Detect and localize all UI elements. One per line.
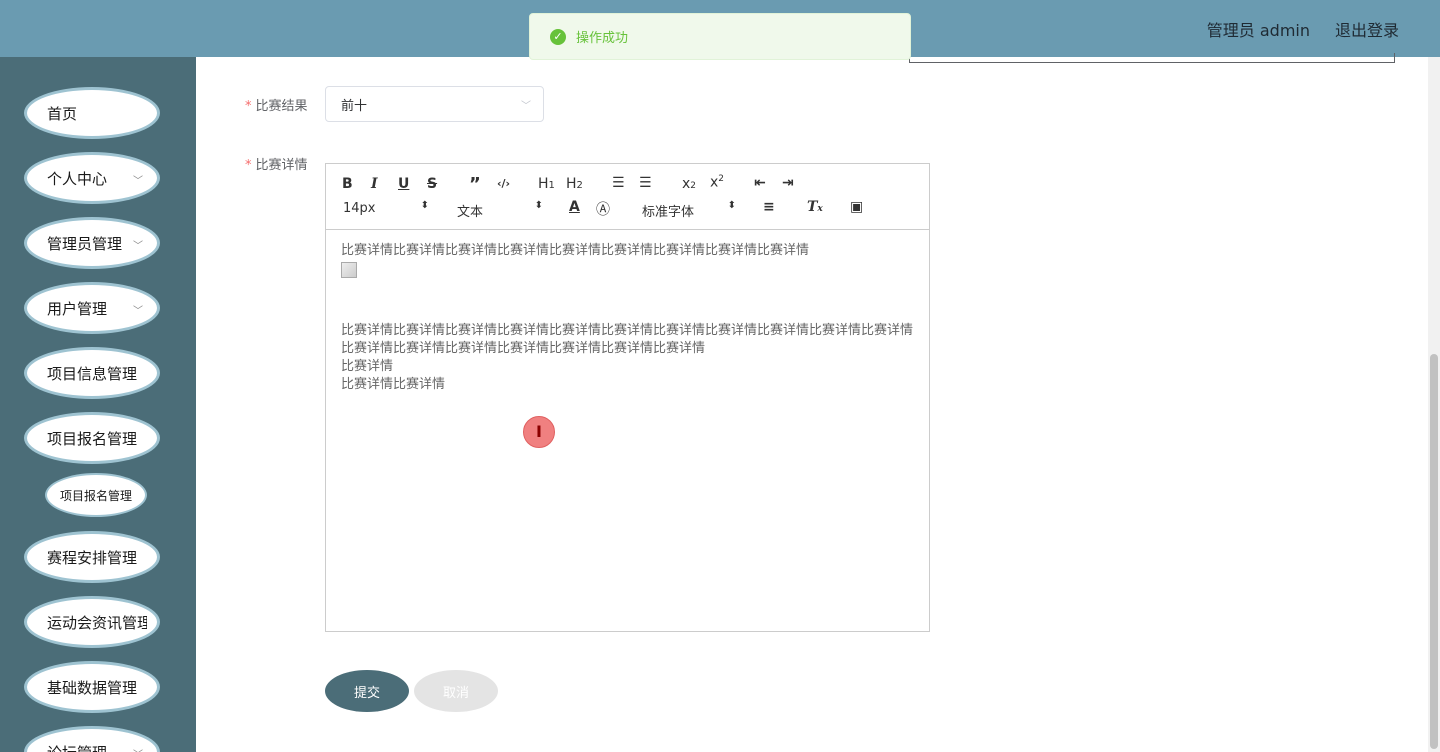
current-user: 管理员 admin	[1206, 21, 1310, 40]
chevron-down-icon: ﹀	[133, 306, 143, 317]
sidebar-item-label: 项目报名管理	[47, 429, 138, 448]
align-icon[interactable]: ≡	[763, 199, 775, 215]
content-paragraph: 比赛详情比赛详情比赛详情比赛详情比赛详情比赛详情比赛详情比赛详情比赛详情比赛详情…	[341, 323, 914, 356]
content-paragraph: 比赛详情比赛详情比赛详情比赛详情比赛详情比赛详情比赛详情比赛详情比赛详情	[341, 243, 810, 258]
sidebar-item-label: 首页	[47, 104, 78, 123]
subscript-icon[interactable]: x2	[682, 176, 696, 192]
scrollbar-thumb[interactable]	[1430, 354, 1438, 749]
sidebar-item-base-data[interactable]: 基础数据管理	[24, 661, 160, 713]
logout-link[interactable]: 退出登录	[1335, 17, 1399, 41]
main-content: * 比赛结果 前十 ﹀ * 比赛详情 B I U S ” ‹/› H1 H2 ☰ ☰…	[196, 53, 1428, 752]
previous-field-edge	[909, 53, 1395, 63]
result-label: * 比赛结果	[245, 99, 308, 114]
chevron-down-icon: ﹀	[133, 746, 143, 752]
result-select[interactable]: 前十 ﹀	[325, 86, 544, 122]
text-cursor-icon: I	[523, 416, 555, 448]
editor-content[interactable]: 比赛详情比赛详情比赛详情比赛详情比赛详情比赛详情比赛详情比赛详情比赛详情 比赛详…	[326, 230, 929, 406]
cancel-button[interactable]: 取消	[414, 670, 498, 712]
indent-icon[interactable]: ⇥	[782, 175, 794, 191]
font-size-select[interactable]: 14px ⬍	[343, 200, 429, 216]
sidebar-item-project-registration[interactable]: 项目报名管理	[24, 412, 160, 464]
heading2-icon[interactable]: H2	[566, 176, 583, 192]
result-select-value: 前十	[341, 98, 368, 114]
rich-text-editor[interactable]: B I U S ” ‹/› H1 H2 ☰ ☰ x2 x2 ⇤ ⇥ 14px ⬍ …	[325, 163, 930, 632]
clear-format-icon[interactable]: Tx	[807, 199, 823, 215]
code-icon[interactable]: ‹/›	[497, 177, 510, 190]
toast-message: 操作成功	[576, 31, 629, 46]
image-icon[interactable]: ▣	[850, 199, 863, 215]
sidebar-item-news[interactable]: 运动会资讯管理	[24, 596, 160, 648]
sidebar-item-admin-management[interactable]: 管理员管理 ﹀	[24, 217, 160, 269]
sidebar-item-schedule[interactable]: 赛程安排管理	[24, 531, 160, 583]
heading1-icon[interactable]: H1	[538, 176, 555, 192]
sidebar-item-label: 运动会资讯管理	[47, 613, 147, 632]
submit-button[interactable]: 提交	[325, 670, 409, 712]
success-toast: ✓ 操作成功	[529, 13, 911, 60]
block-type-select[interactable]: 文本 ⬍	[457, 200, 543, 220]
bold-icon[interactable]: B	[342, 176, 353, 192]
sidebar-item-label: 管理员管理	[47, 234, 123, 253]
blockquote-icon[interactable]: ”	[469, 174, 481, 195]
sidebar: 首页 个人中心 ﹀ 管理员管理 ﹀ 用户管理 ﹀ 项目信息管理 项目报名管理 项…	[0, 57, 196, 752]
sidebar-subitem-project-registration[interactable]: 项目报名管理	[45, 473, 147, 517]
ordered-list-icon[interactable]: ☰	[612, 175, 625, 191]
sidebar-item-label: 赛程安排管理	[47, 548, 138, 567]
underline-icon[interactable]: U	[398, 176, 409, 192]
chevron-down-icon: ﹀	[133, 176, 143, 187]
font-color-icon[interactable]: A	[569, 199, 580, 215]
sidebar-item-forum[interactable]: 论坛管理 ﹀	[24, 726, 160, 752]
sidebar-item-label: 个人中心	[47, 169, 108, 188]
bullet-list-icon[interactable]: ☰	[639, 175, 652, 191]
page-scrollbar[interactable]	[1428, 57, 1440, 752]
sidebar-item-home[interactable]: 首页	[24, 87, 160, 139]
content-paragraph: 比赛详情比赛详情	[341, 377, 446, 392]
sidebar-item-user-management[interactable]: 用户管理 ﹀	[24, 282, 160, 334]
sidebar-item-label: 基础数据管理	[47, 678, 138, 697]
broken-image-icon	[341, 262, 357, 278]
outdent-icon[interactable]: ⇤	[754, 175, 766, 191]
font-family-select[interactable]: 标准字体 ⬍	[642, 200, 736, 220]
check-circle-icon: ✓	[550, 28, 566, 45]
italic-icon[interactable]: I	[371, 176, 378, 192]
superscript-icon[interactable]: x2	[710, 174, 724, 191]
sidebar-item-label: 论坛管理	[47, 742, 147, 752]
detail-label: * 比赛详情	[245, 158, 308, 173]
content-paragraph: 比赛详情	[341, 359, 394, 374]
chevron-down-icon: ﹀	[133, 241, 143, 252]
editor-toolbar: B I U S ” ‹/› H1 H2 ☰ ☰ x2 x2 ⇤ ⇥ 14px ⬍ …	[326, 164, 929, 230]
chevron-down-icon: ﹀	[521, 101, 531, 112]
sidebar-item-project-info[interactable]: 项目信息管理	[24, 347, 160, 399]
sidebar-item-label: 用户管理	[47, 299, 108, 318]
sidebar-item-label: 项目信息管理	[47, 364, 138, 383]
strikethrough-icon[interactable]: S	[427, 176, 437, 192]
background-color-icon[interactable]: Ⓐ	[596, 199, 610, 219]
sidebar-item-personal-center[interactable]: 个人中心 ﹀	[24, 152, 160, 204]
